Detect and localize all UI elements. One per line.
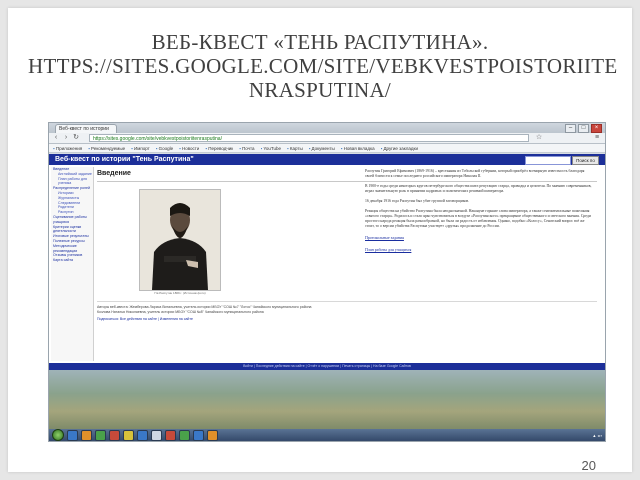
- app-icon[interactable]: [193, 429, 204, 441]
- site-header: Веб-квест по истории "Тень Распутина" По…: [49, 154, 605, 170]
- slide-title-line-2: HTTPS://SITES.GOOGLE.COM/SITE/VEBKVESTPO…: [28, 54, 618, 78]
- bookmark-item[interactable]: Импорт: [131, 144, 150, 152]
- forward-icon[interactable]: ›: [62, 134, 70, 142]
- browser-icon[interactable]: [67, 429, 78, 441]
- app-icon[interactable]: [207, 429, 218, 441]
- bookmarks-bar: Приложения Рекомендуемые Импорт Google Новос…: [49, 144, 605, 153]
- authors-line: Козлова Наталья Николаевна, учитель исто…: [97, 310, 264, 314]
- bookmark-item[interactable]: Новая вкладка: [341, 144, 375, 152]
- app-icon[interactable]: [165, 429, 176, 441]
- section-title: Введение: [97, 170, 131, 177]
- sidebar-item[interactable]: Карта сайта: [51, 258, 93, 263]
- sidebar-item[interactable]: Критерии оценки деятельности: [51, 225, 93, 235]
- bookmark-item[interactable]: YouTube: [261, 144, 281, 152]
- authors: Авторы веб-квеста: Жемберова Лариса Вита…: [97, 301, 597, 315]
- page-number: 20: [581, 458, 596, 473]
- site-page: Введение Английский задание План работы дл…: [49, 165, 605, 363]
- site-search-input[interactable]: [525, 156, 571, 165]
- link-work-plan[interactable]: План работы для учащихся: [365, 247, 593, 253]
- slide: ВЕБ-КВЕСТ «ТЕНЬ РАСПУТИНА». HTTPS://SITE…: [8, 8, 632, 473]
- desktop-wallpaper: [49, 370, 605, 429]
- bookmark-item[interactable]: Рекомендуемые: [88, 144, 125, 152]
- browser-toolbar: ‹ › ↻ https://sites.google.com/site/vebk…: [49, 133, 605, 144]
- start-button-icon[interactable]: [52, 429, 64, 441]
- paragraph: Распутин Григорий Ефимович (1869-1916) –…: [365, 169, 585, 178]
- subscribe-links[interactable]: Подписаться: Все действия на сайте | Изм…: [97, 317, 193, 321]
- rasputin-photo: [139, 189, 221, 291]
- address-bar[interactable]: https://sites.google.com/site/vebkvestpo…: [89, 134, 529, 142]
- slide-title-line-3: NRASPUTINA/: [248, 78, 392, 102]
- app-icon[interactable]: [179, 429, 190, 441]
- taskbar: ▲ ◂ ▪: [49, 429, 605, 441]
- folder-icon[interactable]: [81, 429, 92, 441]
- browser-screenshot: Веб-квест по истории – □ × ‹ › ↻ https:/…: [48, 122, 606, 442]
- close-icon[interactable]: ×: [591, 124, 602, 133]
- paragraph: Реакция общества на убийство Распутина б…: [365, 209, 591, 228]
- slide-title-line-1: ВЕБ-КВЕСТ «ТЕНЬ РАСПУТИНА».: [151, 30, 489, 54]
- sidebar-item[interactable]: План работы для ученика: [51, 177, 93, 187]
- site-title: Веб-квест по истории "Тень Распутина": [55, 156, 194, 163]
- star-icon[interactable]: ☆: [535, 134, 543, 142]
- bookmark-item[interactable]: Приложения: [53, 144, 82, 152]
- browser-tab[interactable]: Веб-квест по истории: [55, 124, 117, 133]
- bookmark-item[interactable]: Документы: [309, 144, 335, 152]
- intro-text: Распутин Григорий Ефимович (1869-1916) –…: [365, 169, 593, 253]
- bookmark-item[interactable]: Google: [156, 144, 174, 152]
- bookmark-item[interactable]: Переводчик: [205, 144, 233, 152]
- slide-title: ВЕБ-КВЕСТ «ТЕНЬ РАСПУТИНА». HTTPS://SITE…: [28, 30, 618, 102]
- sidebar-item[interactable]: Английский задание: [51, 172, 93, 177]
- bookmark-item[interactable]: Другие закладки: [381, 144, 418, 152]
- site-sidebar: Введение Английский задание План работы дл…: [51, 167, 94, 361]
- menu-icon[interactable]: ≡: [593, 134, 601, 142]
- app-icon[interactable]: [123, 429, 134, 441]
- bookmark-item[interactable]: Новости: [179, 144, 199, 152]
- paragraph: В 1900-е годы среди некоторых кругов пет…: [365, 184, 592, 193]
- paragraph: 16 декабря 1916 года Распутин был убит г…: [365, 199, 470, 203]
- site-search-button[interactable]: Поиск по сайту: [572, 156, 599, 170]
- app-icon[interactable]: [137, 429, 148, 441]
- site-main: Введение Г.Е.Распутин 1869 г. (Источник …: [97, 167, 597, 361]
- site-footer[interactable]: Войти | Последние действия на сайте | От…: [49, 363, 605, 370]
- window-controls: – □ ×: [565, 124, 602, 133]
- sidebar-item[interactable]: Оценивание работы учащихся: [51, 215, 93, 225]
- browser-tab-bar: Веб-квест по истории – □ ×: [49, 123, 605, 133]
- app-icon[interactable]: [109, 429, 120, 441]
- bookmark-item[interactable]: Почта: [239, 144, 255, 152]
- system-tray[interactable]: ▲ ◂ ▪: [592, 433, 602, 438]
- sidebar-item[interactable]: Методические рекомендации: [51, 244, 93, 254]
- photo-caption: Г.Е.Распутин 1869 г. (Источник фото): [154, 291, 206, 295]
- minimize-icon[interactable]: –: [565, 124, 576, 133]
- app-icon[interactable]: [151, 429, 162, 441]
- reload-icon[interactable]: ↻: [72, 134, 80, 142]
- app-icon[interactable]: [95, 429, 106, 441]
- back-icon[interactable]: ‹: [52, 134, 60, 142]
- bookmark-item[interactable]: Карты: [287, 144, 303, 152]
- link-tasks[interactable]: Протокольные задания: [365, 235, 593, 241]
- maximize-icon[interactable]: □: [578, 124, 589, 133]
